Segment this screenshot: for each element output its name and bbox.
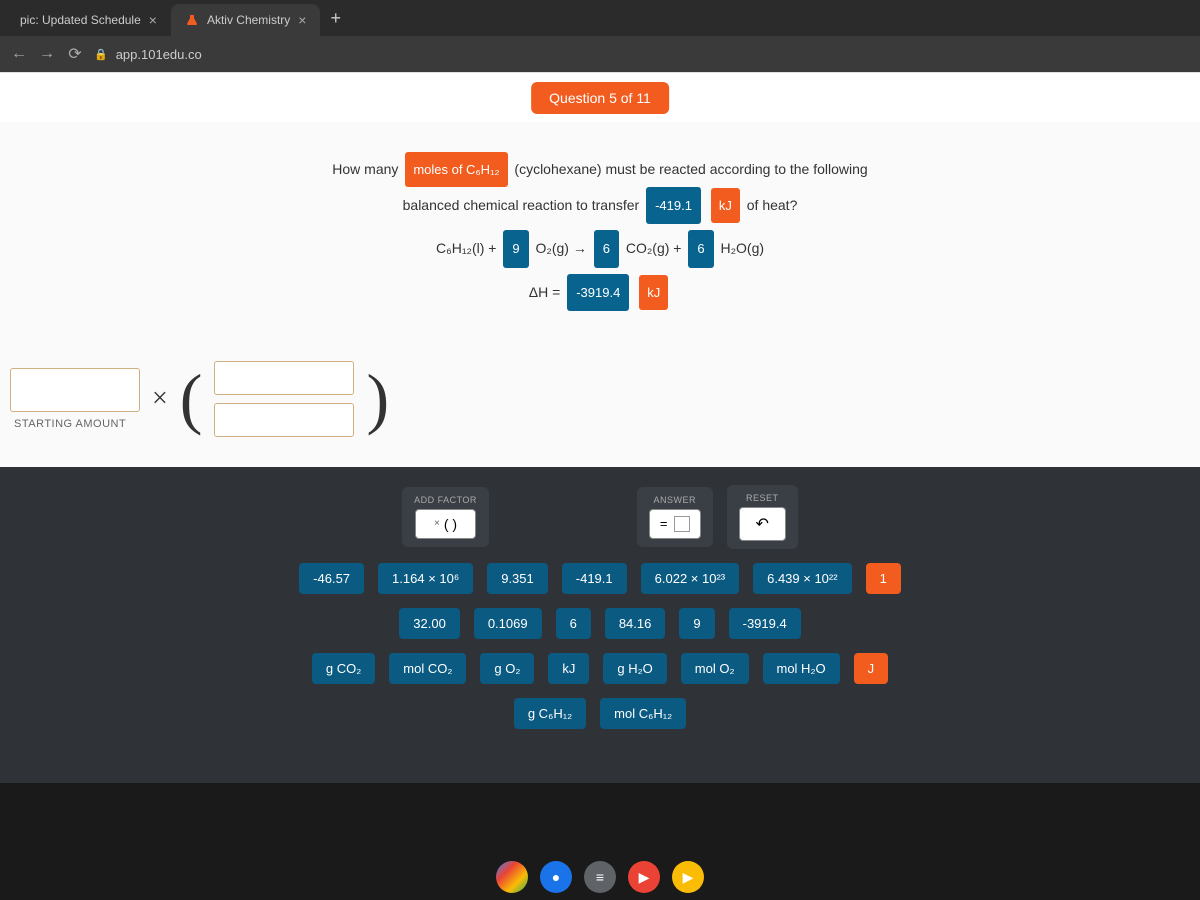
browser-toolbar: ← → ⟳ 🔒 app.101edu.co (0, 36, 1200, 72)
taskbar: ● ≡ ▶ ▶ (0, 854, 1200, 900)
tile[interactable]: -419.1 (562, 563, 627, 594)
tile[interactable]: 32.00 (399, 608, 460, 639)
play-icon[interactable]: ▶ (672, 861, 704, 893)
new-tab-button[interactable]: + (320, 8, 351, 29)
reactant-2: O₂(g) → (536, 240, 587, 256)
control-row: ADD FACTOR × ( ) ANSWER = RESET ↶ (60, 485, 1140, 549)
question-line-1: How many moles of C₆H₁₂ (cyclohexane) mu… (60, 152, 1140, 187)
tile[interactable]: 9.351 (487, 563, 548, 594)
denominator-slot[interactable] (214, 403, 354, 437)
reset-label: RESET (746, 493, 779, 503)
tab-label: pic: Updated Schedule (20, 13, 141, 27)
product-2: H₂O(g) (720, 240, 764, 256)
add-factor-button[interactable]: × ( ) (415, 509, 476, 539)
paren-open: ( (180, 375, 203, 423)
chip-kj: kJ (711, 188, 740, 223)
paren-close: ) (366, 375, 389, 423)
reactant-1: C₆H₁₂(l) + (436, 240, 497, 256)
answer-palette: ADD FACTOR × ( ) ANSWER = RESET ↶ -46.57… (0, 467, 1200, 783)
multiply-icon: × (152, 383, 168, 415)
forward-icon[interactable]: → (38, 45, 56, 63)
tab-aktiv[interactable]: Aktiv Chemistry × (171, 4, 321, 36)
close-icon[interactable]: × (149, 12, 157, 28)
tile[interactable]: kJ (548, 653, 589, 684)
tab-label: Aktiv Chemistry (207, 13, 290, 27)
tile[interactable]: mol O₂ (681, 653, 749, 684)
dh-label: ΔH = (529, 284, 561, 300)
back-icon[interactable]: ← (10, 45, 28, 63)
tile[interactable]: -46.57 (299, 563, 364, 594)
answer-group: ANSWER = (637, 487, 713, 547)
coef-co2: 6 (594, 230, 619, 267)
flask-icon (185, 13, 199, 27)
chrome-icon[interactable] (496, 861, 528, 893)
text: (cyclohexane) must be reacted according … (514, 161, 867, 177)
product-1: CO₂(g) + (626, 240, 682, 256)
tile-row-4: g C₆H₁₂ mol C₆H₁₂ (60, 698, 1140, 729)
answer-label: ANSWER (653, 495, 696, 505)
tile[interactable]: mol CO₂ (389, 653, 466, 684)
tile[interactable]: 6.022 × 10²³ (641, 563, 739, 594)
tile[interactable]: 6.439 × 10²² (753, 563, 851, 594)
factor-fraction (214, 361, 354, 437)
reload-icon[interactable]: ⟳ (66, 44, 84, 64)
browser-chrome: pic: Updated Schedule × Aktiv Chemistry … (0, 0, 1200, 72)
url-text: app.101edu.co (116, 47, 202, 62)
app-icon[interactable]: ● (540, 861, 572, 893)
question-counter: Question 5 of 11 (531, 82, 669, 114)
paren-text: ( ) (444, 516, 457, 532)
chip-moles: moles of C₆H₁₂ (405, 152, 507, 187)
tile[interactable]: 6 (556, 608, 591, 639)
dh-unit: kJ (639, 275, 668, 310)
tile[interactable]: J (854, 653, 889, 684)
tab-schedule[interactable]: pic: Updated Schedule × (6, 4, 171, 36)
equation: C₆H₁₂(l) + 9 O₂(g) → 6 CO₂(g) + 6 H₂O(g) (60, 230, 1140, 267)
tile-row-3: g CO₂ mol CO₂ g O₂ kJ g H₂O mol O₂ mol H… (60, 653, 1140, 684)
lock-icon: 🔒 (94, 48, 108, 61)
tile[interactable]: 1 (866, 563, 901, 594)
starting-amount-slot[interactable] (10, 368, 140, 412)
tile[interactable]: g CO₂ (312, 653, 375, 684)
tile[interactable]: -3919.4 (729, 608, 801, 639)
tile[interactable]: 0.1069 (474, 608, 542, 639)
work-area: STARTING AMOUNT × ( ) (0, 351, 1200, 467)
address-bar[interactable]: 🔒 app.101edu.co (94, 47, 202, 62)
answer-box[interactable]: = (649, 509, 701, 539)
answer-slot (674, 516, 690, 532)
tile[interactable]: g H₂O (603, 653, 666, 684)
add-factor-label: ADD FACTOR (414, 495, 477, 505)
tile[interactable]: mol C₆H₁₂ (600, 698, 686, 729)
tile[interactable]: g O₂ (480, 653, 534, 684)
delta-h: ΔH = -3919.4 kJ (60, 274, 1140, 311)
tile[interactable]: g C₆H₁₂ (514, 698, 586, 729)
text: balanced chemical reaction to transfer (403, 197, 640, 213)
tab-strip: pic: Updated Schedule × Aktiv Chemistry … (0, 0, 1200, 36)
coef-o2: 9 (503, 230, 528, 267)
page-header: Question 5 of 11 (0, 72, 1200, 122)
tile[interactable]: 9 (679, 608, 714, 639)
question-area: How many moles of C₆H₁₂ (cyclohexane) mu… (0, 122, 1200, 351)
x-icon: × (434, 518, 440, 529)
text: of heat? (747, 197, 798, 213)
close-icon[interactable]: × (298, 12, 306, 28)
coef-h2o: 6 (688, 230, 713, 267)
tile-row-1: -46.57 1.164 × 10⁶ 9.351 -419.1 6.022 × … (60, 563, 1140, 594)
add-factor-group: ADD FACTOR × ( ) (402, 487, 489, 547)
numerator-slot[interactable] (214, 361, 354, 395)
equals-icon: = (660, 516, 668, 531)
tile[interactable]: mol H₂O (763, 653, 840, 684)
question-line-2: balanced chemical reaction to transfer -… (60, 187, 1140, 224)
tile[interactable]: 1.164 × 10⁶ (378, 563, 473, 594)
youtube-icon[interactable]: ▶ (628, 861, 660, 893)
starting-amount-label: STARTING AMOUNT (14, 418, 140, 430)
tile-row-2: 32.00 0.1069 6 84.16 9 -3919.4 (60, 608, 1140, 639)
tile[interactable]: 84.16 (605, 608, 666, 639)
dh-value: -3919.4 (567, 274, 629, 311)
reset-group: RESET ↶ (727, 485, 798, 549)
text: How many (332, 161, 398, 177)
files-icon[interactable]: ≡ (584, 861, 616, 893)
undo-button[interactable]: ↶ (739, 507, 786, 541)
chip-heat-value: -419.1 (646, 187, 701, 224)
